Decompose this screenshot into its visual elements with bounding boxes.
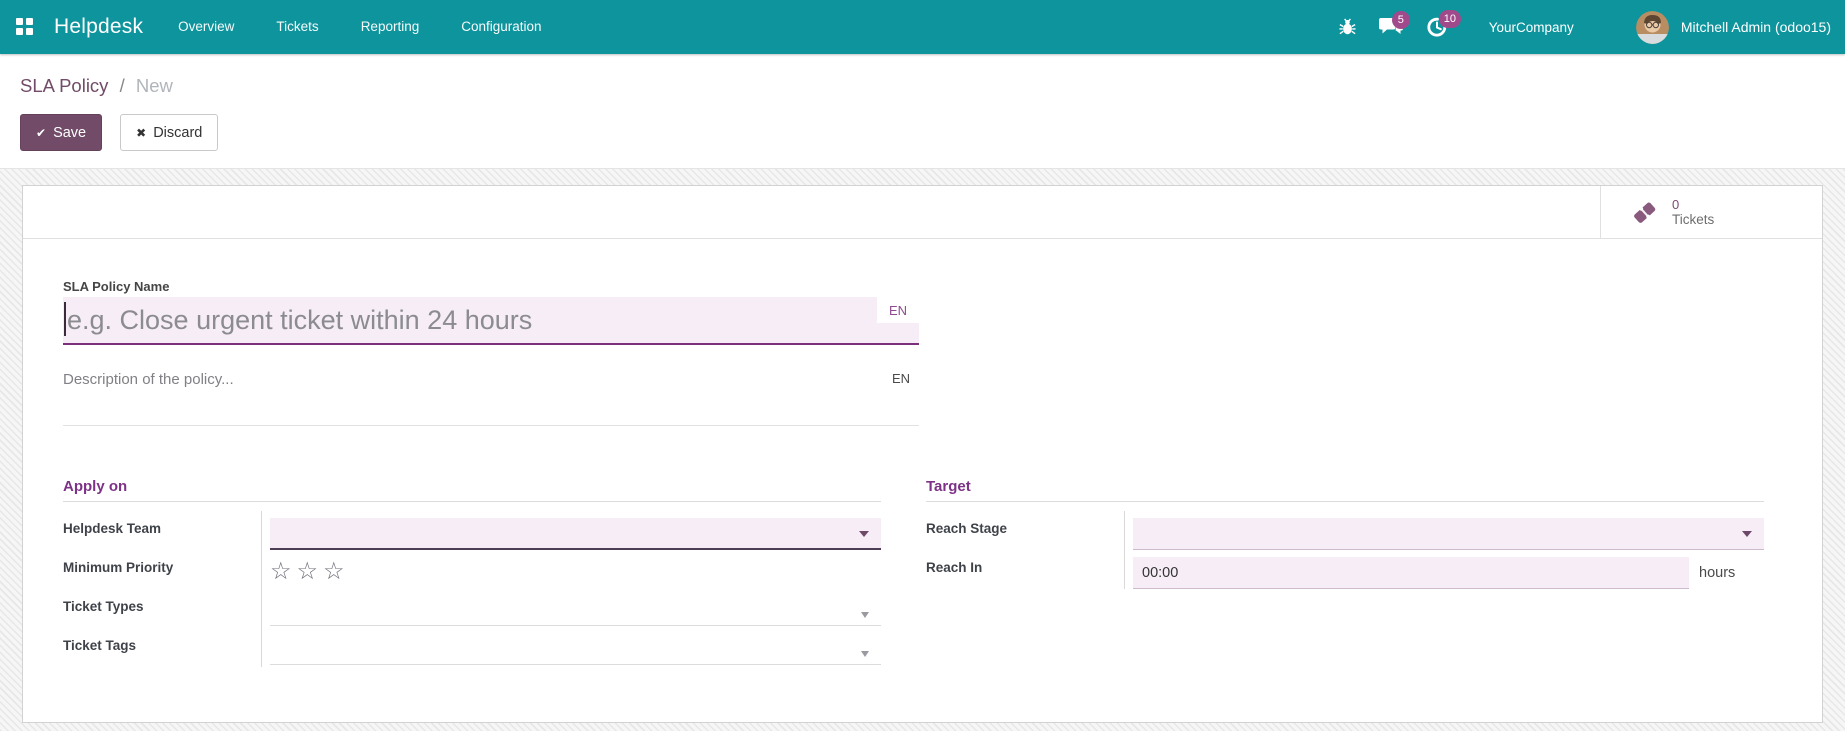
sla-policy-name-label: SLA Policy Name: [63, 279, 170, 294]
minimum-priority-label: Minimum Priority: [63, 550, 262, 589]
debug-bug-icon[interactable]: [1338, 17, 1357, 37]
menu-item-configuration[interactable]: Configuration: [440, 0, 562, 54]
apply-on-title: Apply on: [63, 478, 128, 495]
reach-in-input[interactable]: [1133, 557, 1689, 589]
breadcrumb-sla-policy[interactable]: SLA Policy: [20, 75, 108, 96]
form-statusbar: 0 Tickets: [23, 186, 1822, 239]
name-translate-badge[interactable]: EN: [877, 297, 919, 323]
discard-button[interactable]: ✖ Discard: [120, 114, 219, 151]
activities-count-badge[interactable]: 10: [1438, 10, 1461, 28]
sla-policy-name-field-wrap: EN: [63, 297, 919, 345]
main-menu: Overview Tickets Reporting Configuration: [157, 0, 562, 54]
ticket-icon: [1625, 193, 1663, 231]
dropdown-caret-icon: [859, 531, 869, 537]
save-button-label: Save: [53, 124, 87, 141]
dropdown-caret-icon: [1742, 531, 1752, 537]
menu-item-overview[interactable]: Overview: [157, 0, 255, 54]
breadcrumb: SLA Policy / New: [20, 74, 1825, 98]
description-translate-badge[interactable]: EN: [892, 371, 910, 386]
control-panel-buttons: ✔ Save ✖ Discard: [20, 114, 1825, 151]
helpdesk-team-select[interactable]: [270, 518, 881, 550]
star-icon[interactable]: ☆: [270, 558, 297, 585]
check-icon: ✔: [36, 125, 47, 140]
reach-in-label: Reach In: [926, 550, 1125, 589]
apps-menu-icon[interactable]: [16, 18, 34, 36]
reach-stage-select[interactable]: [1133, 518, 1764, 550]
discard-button-label: Discard: [153, 124, 203, 141]
menu-item-tickets[interactable]: Tickets: [255, 0, 339, 54]
control-panel: SLA Policy / New ✔ Save ✖ Discard: [0, 54, 1845, 169]
dropdown-caret-icon: [861, 651, 869, 657]
sla-policy-name-input[interactable]: [63, 297, 919, 343]
user-menu[interactable]: Mitchell Admin (odoo15): [1635, 10, 1839, 44]
main-navbar: Helpdesk Overview Tickets Reporting Conf…: [0, 0, 1845, 54]
form-groups: Apply on Helpdesk Team Minimum Priority: [63, 478, 1782, 667]
target-title: Target: [926, 478, 971, 495]
company-switcher[interactable]: YourCompany: [1489, 20, 1574, 35]
ticket-tags-select[interactable]: [270, 637, 881, 665]
menu-item-reporting[interactable]: Reporting: [340, 0, 441, 54]
apply-on-group: Apply on Helpdesk Team Minimum Priority: [63, 478, 881, 667]
avatar[interactable]: [1635, 10, 1669, 44]
star-icon[interactable]: ☆: [297, 558, 324, 585]
target-group: Target Reach Stage Reach In 00:00 hours: [926, 478, 1764, 667]
target-separator: [926, 501, 1764, 502]
navbar-right: 5 10 YourCompany Mitchell Admin (odoo15): [1327, 0, 1839, 54]
star-icon[interactable]: ☆: [323, 558, 350, 585]
ticket-tags-label: Ticket Tags: [63, 628, 262, 667]
ticket-types-select[interactable]: [270, 598, 881, 626]
dropdown-caret-icon: [861, 612, 869, 618]
description-input[interactable]: [63, 371, 853, 388]
reach-stage-label: Reach Stage: [926, 511, 1125, 550]
user-name[interactable]: Mitchell Admin (odoo15): [1681, 19, 1831, 35]
save-button[interactable]: ✔ Save: [20, 114, 103, 151]
messages-icon[interactable]: 5: [1378, 10, 1410, 38]
sheet-body: SLA Policy Name EN EN Apply on He: [23, 239, 1822, 667]
breadcrumb-separator: /: [119, 75, 125, 96]
priority-stars: ☆☆☆: [270, 557, 881, 587]
form-sheet: 0 Tickets SLA Policy Name EN EN: [22, 185, 1823, 723]
content-background: 0 Tickets SLA Policy Name EN EN: [0, 169, 1845, 731]
title-section: SLA Policy Name EN EN: [63, 279, 919, 426]
text-cursor: [64, 302, 66, 336]
tickets-count: 0: [1672, 196, 1680, 212]
breadcrumb-new: New: [135, 75, 173, 96]
app-name[interactable]: Helpdesk: [54, 15, 143, 39]
messages-count-badge[interactable]: 5: [1391, 10, 1410, 29]
ticket-types-label: Ticket Types: [63, 589, 262, 628]
tickets-label: Tickets: [1672, 211, 1715, 227]
apply-on-separator: [63, 501, 881, 502]
helpdesk-team-label: Helpdesk Team: [63, 511, 262, 550]
activity-clock-icon[interactable]: 10: [1426, 10, 1461, 38]
reach-in-suffix: hours: [1699, 565, 1736, 581]
close-icon: ✖: [136, 125, 147, 140]
tickets-smart-button[interactable]: 0 Tickets: [1600, 186, 1822, 238]
description-field-wrap: EN: [63, 371, 919, 426]
